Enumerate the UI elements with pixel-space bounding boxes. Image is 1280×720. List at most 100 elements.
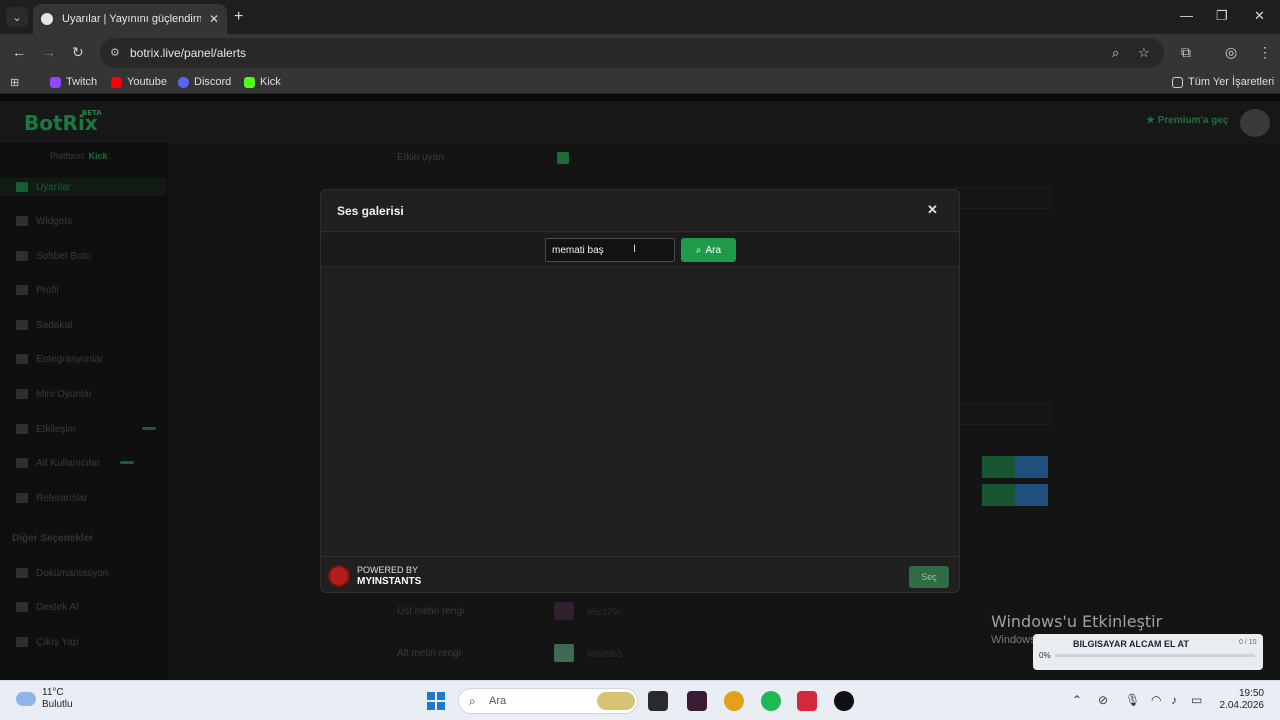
tab-favicon-icon [41,13,53,25]
sidebar-item-cikis[interactable]: Çıkış Yap [16,633,78,651]
sidebar-item-mini-oyunlar[interactable]: Mini Oyunlar [16,385,92,403]
background-select-2[interactable] [955,403,1050,425]
bottom-text-color-swatch[interactable] [554,644,574,662]
sidebar-item-referanslar[interactable]: Referanslar [16,489,88,507]
apps-grid-icon[interactable]: ⊞ [10,76,19,89]
sidebar-item-entegrasyonlar[interactable]: Entegrasyonlar [16,350,103,368]
kick-icon [244,76,255,88]
widgets-icon [16,216,28,226]
taskbar-search-placeholder: Ara [489,695,507,707]
app-logo[interactable]: BotRix BETA [24,109,102,135]
zoom-search-icon[interactable]: ⌕ [1112,45,1119,61]
wifi-icon[interactable]: ◠ [1151,693,1161,707]
discord-icon [178,76,189,88]
bottom-text-color-hex[interactable]: #96d9b3 [587,649,622,659]
modal-footer: POWERED BY MYINSTANTS Seç [321,556,959,593]
vegas-app-icon[interactable] [687,691,707,711]
sound-gallery-modal: Ses galerisi ✕ I ⌕Ara POWERED BY MYINSTA… [320,189,960,593]
profile-icon [16,285,28,295]
taskbar-clock[interactable]: 19:50 2.04.2026 [1208,688,1265,712]
tray-chevron-icon[interactable]: ⌃ [1072,693,1082,707]
more-menu-icon[interactable]: ⋮ [1258,44,1272,61]
twitch-icon [50,76,61,88]
address-bar[interactable]: ⚙ botrix.live/panel/alerts ⌕ ☆ [100,38,1164,68]
top-text-color-hex[interactable]: #5c375c [587,607,621,617]
goal-count: 0 / 10 [1239,639,1257,646]
spotify-icon[interactable] [761,691,781,711]
address-url[interactable]: botrix.live/panel/alerts [130,46,246,60]
tab-search-chevron-icon[interactable]: ⌄ [6,7,28,27]
new-tab-plus-icon[interactable]: + [234,8,243,26]
extensions-icon[interactable]: ⧉ [1181,44,1191,61]
activation-watermark-sub: Windows [991,634,1036,646]
volume-icon[interactable]: ♪ [1171,693,1177,707]
help-icon [16,602,28,612]
restore-icon[interactable]: ❐ [1216,8,1228,24]
referral-icon [16,493,28,503]
all-bookmarks[interactable]: Tüm Yer İşaretleri [1172,76,1274,88]
bookmark-twitch[interactable]: Twitch [50,76,97,88]
microphone-icon[interactable]: 🎙 [1125,693,1140,707]
taskbar-search[interactable]: ⌕ Ara [458,688,638,714]
enable-alert-checkbox[interactable] [557,152,569,164]
sidebar-item-widgets[interactable]: Widgets [16,212,72,230]
bookmark-kick[interactable]: Kick [244,76,281,88]
top-text-color-swatch[interactable] [554,602,574,620]
modal-header: Ses galerisi ✕ [321,190,959,232]
forward-arrow-icon[interactable]: → [42,44,56,60]
music-icon [16,424,28,434]
sidebar-item-destek[interactable]: Destek Al [16,598,78,616]
powered-by[interactable]: POWERED BY MYINSTANTS [357,564,421,588]
new-badge [120,461,134,464]
background-select[interactable] [955,187,1050,209]
game-icon [16,389,28,399]
sound-search-input[interactable] [545,238,675,262]
sidebar-item-profil[interactable]: Profil [16,281,59,299]
browser-tab[interactable]: Uyarılar | Yayınını güçlendirmek ✕ [33,4,227,34]
text-cursor-icon: I [633,243,637,255]
search-button[interactable]: ⌕ Ara [681,238,736,262]
browser-tabbar: ⌄ Uyarılar | Yayınını güçlendirmek ✕ + —… [0,0,1280,34]
gallery-button-2[interactable] [1015,484,1048,506]
modal-close-icon[interactable]: ✕ [927,202,938,218]
sidebar-item-etkilesim[interactable]: Etkileşim [16,420,76,438]
platform-indicator: Platform: Kick [50,151,108,161]
chatbot-icon [16,251,28,261]
windows-taskbar: 11°C Bulutlu ⌕ Ara ⌃ ⊘ 🎙 ◠ ♪ ▭ 19:50 2.04… [0,680,1280,720]
sidebar-item-dokumantasyon[interactable]: Dokümantasyon [16,564,108,582]
start-windows-icon[interactable] [427,692,445,710]
profile-icon[interactable]: ◎ [1225,44,1237,61]
upload-button[interactable] [982,456,1015,478]
task-view-icon[interactable] [648,691,668,711]
user-avatar[interactable] [1240,109,1270,137]
obs-icon[interactable] [834,691,854,711]
select-button[interactable]: Seç [909,566,949,588]
weather-widget[interactable]: 11°C Bulutlu [16,687,73,711]
search-highlight-icon [597,692,635,710]
bookmark-star-icon[interactable]: ☆ [1138,45,1150,61]
bookmark-discord[interactable]: Discord [178,76,231,88]
window-close-icon[interactable]: ✕ [1254,8,1265,24]
sidebar-item-sohbet-botu[interactable]: Sohbet Botu [16,247,91,265]
gallery-button[interactable] [1015,456,1048,478]
enable-alert-label: Etkin uyarı [397,152,445,163]
goal-percent: 0% [1039,651,1051,660]
site-info-icon[interactable]: ⚙ [110,46,122,59]
premium-link[interactable]: ★ Premium'a geç [1146,115,1229,126]
battery-icon[interactable]: ▭ [1191,693,1202,707]
sidebar-item-alt-kullanicilar[interactable]: Alt Kullanıcılar [16,454,100,472]
minimize-icon[interactable]: — [1180,8,1193,23]
network-off-icon[interactable]: ⊘ [1098,693,1108,707]
other-options-heading: Diğer Seçenekler [12,533,94,544]
sidebar-item-sadakat[interactable]: Sadakat [16,316,73,334]
tab-close-icon[interactable]: ✕ [209,12,219,26]
reload-icon[interactable]: ↻ [72,44,84,61]
vivaldi-icon[interactable] [797,691,817,711]
folder-icon [1172,76,1183,88]
bookmark-youtube[interactable]: Youtube [111,76,167,88]
sidebar-item-uyarilar[interactable]: Uyarılar [0,178,166,196]
back-arrow-icon[interactable]: ← [12,44,26,60]
upload-button-2[interactable] [982,484,1015,506]
chrome-icon[interactable] [724,691,744,711]
youtube-icon [111,76,122,88]
